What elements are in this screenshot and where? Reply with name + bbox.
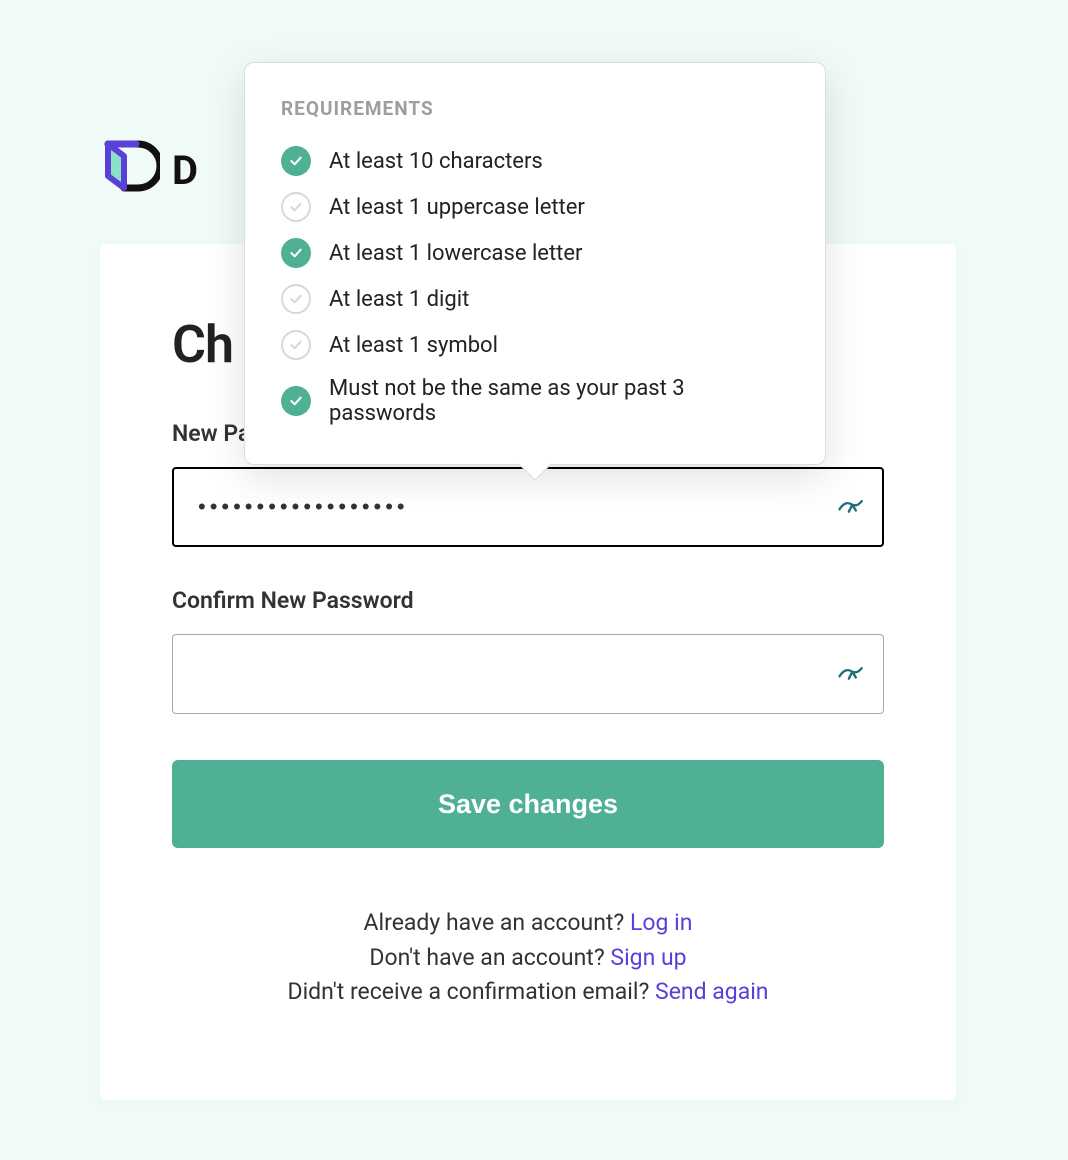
brand-logo: D <box>100 140 197 200</box>
logo-mark-icon <box>100 140 160 200</box>
no-email-text: Didn't receive a confirmation email? <box>288 978 656 1005</box>
signup-link[interactable]: Sign up <box>610 944 686 971</box>
auth-links: Already have an account? Log in Don't ha… <box>172 906 884 1010</box>
requirement-label: At least 1 lowercase letter <box>329 241 582 266</box>
password-requirements-tooltip: REQUIREMENTS At least 10 charactersAt le… <box>244 62 826 465</box>
no-account-text: Don't have an account? <box>369 944 610 971</box>
check-met-icon <box>281 146 311 176</box>
password-manager-icon[interactable] <box>836 660 864 688</box>
check-met-icon <box>281 386 311 416</box>
requirement-item: At least 1 lowercase letter <box>281 230 789 276</box>
requirement-item: At least 10 characters <box>281 138 789 184</box>
requirement-label: At least 1 uppercase letter <box>329 195 585 220</box>
requirement-item: At least 1 symbol <box>281 322 789 368</box>
requirement-label: At least 10 characters <box>329 149 543 174</box>
requirement-label: Must not be the same as your past 3 pass… <box>329 376 789 426</box>
requirements-heading: REQUIREMENTS <box>281 97 789 120</box>
requirement-item: Must not be the same as your past 3 pass… <box>281 368 789 434</box>
requirement-item: At least 1 digit <box>281 276 789 322</box>
resend-link[interactable]: Send again <box>655 978 768 1005</box>
brand-name: D <box>172 147 197 194</box>
save-changes-button[interactable]: Save changes <box>172 760 884 848</box>
check-unmet-icon <box>281 284 311 314</box>
confirm-password-input-wrap <box>172 634 884 714</box>
check-unmet-icon <box>281 192 311 222</box>
requirements-list: At least 10 characters At least 1 upperca… <box>281 138 789 434</box>
requirement-label: At least 1 digit <box>329 287 469 312</box>
new-password-input[interactable] <box>172 467 884 547</box>
confirm-password-label: Confirm New Password <box>172 587 884 614</box>
requirement-item: At least 1 uppercase letter <box>281 184 789 230</box>
check-met-icon <box>281 238 311 268</box>
confirm-password-input[interactable] <box>172 634 884 714</box>
login-link[interactable]: Log in <box>630 909 692 936</box>
check-unmet-icon <box>281 330 311 360</box>
requirement-label: At least 1 symbol <box>329 333 498 358</box>
have-account-text: Already have an account? <box>364 909 630 936</box>
new-password-input-wrap <box>172 467 884 547</box>
password-manager-icon[interactable] <box>836 493 864 521</box>
